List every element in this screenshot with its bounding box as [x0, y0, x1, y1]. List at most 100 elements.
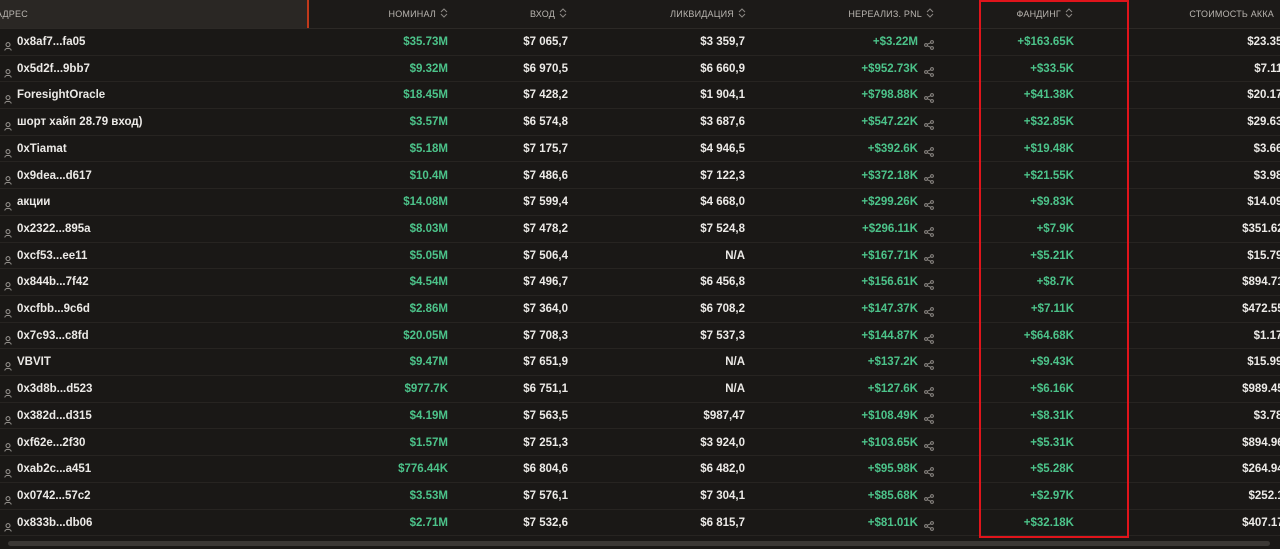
share-icon[interactable]	[924, 491, 934, 504]
table-row[interactable]: 0x844b...7f42 $4.54M $7 496,7 $6 456,8 +$156…	[0, 269, 1280, 296]
header-account-value[interactable]: СТОИМОСТЬ АККА	[1189, 0, 1274, 28]
user-icon	[4, 145, 12, 158]
address-cell[interactable]: шорт хайп 28.79 вход)	[17, 109, 307, 135]
sort-icon[interactable]	[559, 8, 567, 18]
horizontal-scrollbar[interactable]	[0, 539, 1280, 549]
table-row[interactable]: 0x833b...db06 $2.71M $7 532,6 $6 815,7 +$81.…	[0, 510, 1280, 537]
nominal-cell: $1.57M	[409, 436, 448, 449]
user-icon	[4, 519, 12, 532]
share-icon[interactable]	[924, 171, 934, 184]
nominal-cell: $14.08M	[403, 196, 448, 209]
header-liquidation[interactable]: ЛИКВИДАЦИЯ	[670, 0, 746, 28]
sort-icon[interactable]	[926, 8, 934, 18]
header-nominal[interactable]: НОМИНАЛ	[389, 0, 448, 28]
header-entry[interactable]: ВХОД	[530, 0, 567, 28]
scrollbar-thumb[interactable]	[8, 541, 1270, 546]
header-nominal-label: НОМИНАЛ	[388, 9, 436, 19]
share-icon[interactable]	[924, 144, 934, 157]
address-cell[interactable]: 0xab2c...a451	[17, 456, 307, 482]
address-header-cell[interactable]	[0, 0, 309, 28]
account-value-cell: $20.17M	[1247, 89, 1280, 102]
table-row[interactable]: 0xf62e...2f30 $1.57M $7 251,3 $3 924,0 +$103…	[0, 430, 1280, 457]
entry-cell: $7 175,7	[523, 142, 568, 155]
share-icon[interactable]	[924, 251, 934, 264]
nominal-cell: $4.19M	[409, 409, 448, 422]
table-row[interactable]: акции $14.08M $7 599,4 $4 668,0 +$299.26K +$9…	[0, 189, 1280, 216]
account-value-cell: $7.11M	[1254, 62, 1280, 75]
share-icon[interactable]	[924, 224, 934, 237]
share-icon[interactable]	[924, 464, 934, 478]
header-address[interactable]: АДРЕС	[0, 0, 28, 28]
table-row[interactable]: 0x9dea...d617 $10.4M $7 486,6 $7 122,3 +$372…	[0, 163, 1280, 190]
share-icon[interactable]	[924, 438, 934, 451]
address-cell[interactable]: 0xf62e...2f30	[17, 430, 307, 456]
share-icon[interactable]	[924, 357, 934, 371]
entry-cell: $7 599,4	[523, 196, 568, 209]
address-cell[interactable]: VBVIT	[17, 349, 307, 375]
pnl-cell: +$299.26K	[861, 196, 918, 209]
table-row[interactable]: шорт хайп 28.79 вход) $3.57M $6 574,8 $3 68…	[0, 109, 1280, 136]
table-row[interactable]: VBVIT $9.47M $7 651,9 N/A +$137.2K +$9.43K $15…	[0, 349, 1280, 377]
table-row[interactable]: 0x0742...57c2 $3.53M $7 576,1 $7 304,1 +$85.…	[0, 483, 1280, 510]
header-unrealized-pnl[interactable]: НЕРЕАЛИЗ. PNL	[848, 0, 934, 28]
account-value-cell: $989.45K	[1242, 383, 1280, 396]
share-icon[interactable]	[924, 384, 934, 397]
account-value-cell: $14.09M	[1247, 196, 1280, 209]
funding-cell: +$32.85K	[1023, 116, 1074, 129]
address-cell[interactable]: 0x833b...db06	[17, 510, 307, 536]
address-cell[interactable]: 0x3d8b...d523	[17, 376, 307, 402]
address-cell[interactable]: 0x5d2f...9bb7	[17, 56, 307, 82]
address-cell[interactable]: 0xcfbb...9c6d	[17, 296, 307, 322]
address-cell[interactable]: 0x844b...7f42	[17, 269, 307, 295]
header-funding[interactable]: ФАНДИНГ	[1017, 0, 1073, 28]
address-cell[interactable]: 0xTiamat	[17, 136, 307, 162]
address-cell[interactable]: ForesightOracle	[17, 82, 307, 108]
sort-icon[interactable]	[1065, 8, 1073, 18]
nominal-cell: $9.47M	[409, 356, 448, 369]
table-row[interactable]: 0x382d...d315 $4.19M $7 563,5 $987,47 +$108.…	[0, 403, 1280, 430]
share-icon[interactable]	[924, 117, 934, 130]
address-cell[interactable]: 0x382d...d315	[17, 403, 307, 429]
table-row[interactable]: 0xcfbb...9c6d $2.86M $7 364,0 $6 708,2 +$147…	[0, 296, 1280, 323]
table-row[interactable]: 0x2322...895a $8.03M $7 478,2 $7 524,8 +$296…	[0, 216, 1280, 243]
table-row[interactable]: 0x5d2f...9bb7 $9.32M $6 970,5 $6 660,9 +$952…	[0, 56, 1280, 83]
address-cell[interactable]: 0x0742...57c2	[17, 483, 307, 509]
address-cell[interactable]: 0x8af7...fa05	[17, 29, 307, 55]
share-icon[interactable]	[924, 518, 934, 531]
share-icon[interactable]	[924, 90, 934, 104]
table-row[interactable]: ForesightOracle $18.45M $7 428,2 $1 904,1 +$…	[0, 82, 1280, 110]
header-pnl-label: НЕРЕАЛИЗ. PNL	[848, 9, 922, 19]
pnl-cell: +$952.73K	[861, 62, 918, 75]
table-row[interactable]: 0x8af7...fa05 $35.73M $7 065,7 $3 359,7 +$3.…	[0, 29, 1280, 56]
share-icon[interactable]	[924, 37, 934, 50]
address-cell[interactable]: 0xcf53...ee11	[17, 243, 307, 269]
share-icon[interactable]	[924, 277, 934, 291]
address-cell[interactable]: 0x2322...895a	[17, 216, 307, 242]
nominal-cell: $35.73M	[403, 36, 448, 48]
pnl-cell: +$372.18K	[861, 169, 918, 182]
account-value-cell: $264.94K	[1242, 463, 1280, 476]
share-icon[interactable]	[924, 331, 934, 344]
account-value-cell: $15.79M	[1247, 249, 1280, 262]
table-row[interactable]: 0x7c93...c8fd $20.05M $7 708,3 $7 537,3 +$14…	[0, 323, 1280, 350]
share-icon[interactable]	[924, 64, 934, 77]
sort-icon[interactable]	[738, 8, 746, 18]
share-icon[interactable]	[924, 304, 934, 317]
pnl-cell: +$95.98K	[867, 463, 918, 476]
share-icon[interactable]	[924, 411, 934, 424]
table-row[interactable]: 0xcf53...ee11 $5.05M $7 506,4 N/A +$167.71K +…	[0, 243, 1280, 270]
liquidation-cell: $3 359,7	[700, 36, 745, 48]
address-cell[interactable]: акции	[17, 189, 307, 215]
pnl-cell: +$3.22M	[872, 36, 918, 48]
share-icon[interactable]	[924, 197, 934, 211]
address-cell[interactable]: 0x7c93...c8fd	[17, 323, 307, 349]
entry-cell: $7 478,2	[523, 222, 568, 235]
table-row[interactable]: 0xTiamat $5.18M $7 175,7 $4 946,5 +$392.6K +$…	[0, 136, 1280, 163]
table-row[interactable]: 0xab2c...a451 $776.44K $6 804,6 $6 482,0 +$9…	[0, 456, 1280, 483]
positions-table: АДРЕС НОМИНАЛ ВХОД ЛИКВИДАЦИЯ НЕРЕАЛИЗ. …	[0, 0, 1280, 549]
funding-cell: +$5.21K	[1030, 249, 1074, 262]
table-row[interactable]: 0x3d8b...d523 $977.7K $6 751,1 N/A +$127.6K +…	[0, 376, 1280, 403]
funding-cell: +$6.16K	[1030, 383, 1074, 396]
address-cell[interactable]: 0x9dea...d617	[17, 163, 307, 189]
sort-icon[interactable]	[440, 8, 448, 18]
